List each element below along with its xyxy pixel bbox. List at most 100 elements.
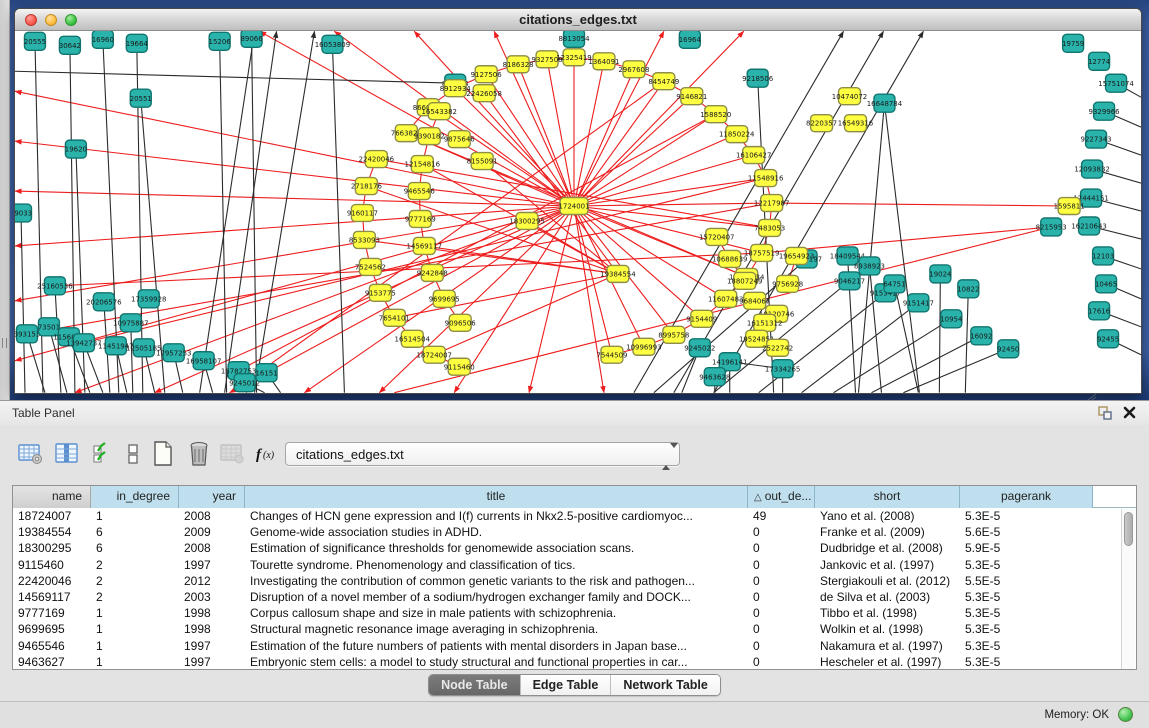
- graph-node[interactable]: 16958107: [186, 352, 221, 370]
- column-header-year[interactable]: year: [179, 486, 245, 508]
- graph-node[interactable]: 1364091: [588, 53, 619, 70]
- graph-node[interactable]: 10822: [957, 280, 979, 298]
- graph-node[interactable]: 9777169: [405, 211, 436, 228]
- table-selector-dropdown[interactable]: citations_edges.txt: [285, 442, 680, 466]
- graph-node[interactable]: 22426058: [466, 85, 501, 102]
- graph-node[interactable]: 9245022: [684, 339, 715, 357]
- graph-node[interactable]: 8813054: [558, 31, 590, 47]
- graph-node[interactable]: 16648784: [867, 94, 903, 112]
- graph-node[interactable]: 2718176: [351, 178, 382, 195]
- graph-node[interactable]: 9160117: [347, 205, 378, 222]
- graph-edge[interactable]: [245, 81, 664, 382]
- graph-node[interactable]: 393153: [15, 325, 40, 343]
- graph-node[interactable]: 8995758: [658, 326, 689, 343]
- table-scrollbar[interactable]: [1121, 509, 1135, 669]
- table-row[interactable]: 911546021997Tourette syndrome. Phenomeno…: [13, 557, 1136, 573]
- graph-node[interactable]: 17359928: [131, 290, 166, 308]
- graph-node[interactable]: 9329966: [1089, 102, 1120, 120]
- graph-edge[interactable]: [15, 206, 574, 246]
- graph-node[interactable]: 9115460: [444, 358, 475, 375]
- graph-node[interactable]: 11548916: [748, 170, 783, 187]
- graph-node[interactable]: 10996993: [626, 338, 661, 355]
- new-table-icon[interactable]: [148, 439, 178, 469]
- float-panel-icon[interactable]: [1097, 405, 1113, 421]
- graph-node[interactable]: 19033: [15, 204, 32, 222]
- graph-node[interactable]: 19024: [929, 265, 952, 283]
- graph-node[interactable]: 7663822: [391, 125, 422, 142]
- graph-node[interactable]: 10975887: [113, 314, 148, 332]
- graph-node[interactable]: 30642: [59, 36, 81, 54]
- graph-node[interactable]: 9154409: [686, 310, 717, 327]
- graph-edge[interactable]: [871, 336, 981, 393]
- graph-node[interactable]: 12093832: [1074, 160, 1109, 178]
- graph-node[interactable]: 9151417: [903, 294, 934, 312]
- left-splitter[interactable]: [0, 0, 10, 400]
- graph-node[interactable]: 9218506: [742, 69, 773, 87]
- column-header-out_degree[interactable]: △out_de...: [748, 486, 815, 508]
- graph-edge[interactable]: [131, 323, 133, 393]
- graph-node[interactable]: 16960: [92, 31, 114, 48]
- graph-node[interactable]: 11607483: [708, 290, 743, 307]
- graph-node[interactable]: 7524562: [355, 258, 386, 275]
- graph-node[interactable]: 17334265: [765, 360, 800, 378]
- graph-node[interactable]: 9242848: [417, 264, 448, 281]
- tab-edge-table[interactable]: Edge Table: [520, 675, 611, 695]
- graph-node[interactable]: 20206576: [86, 293, 121, 311]
- graph-node[interactable]: 16106427: [736, 147, 771, 164]
- graph-node[interactable]: 12774: [1088, 52, 1111, 70]
- graph-node[interactable]: 19664: [126, 34, 149, 52]
- graph-node[interactable]: 8220357: [806, 115, 837, 132]
- graph-node[interactable]: 12103: [1092, 247, 1114, 265]
- tab-node-table[interactable]: Node Table: [429, 675, 519, 695]
- graph-node[interactable]: 20551: [130, 89, 152, 107]
- graph-node[interactable]: 8215953: [1036, 218, 1067, 236]
- graph-edge[interactable]: [574, 81, 664, 206]
- graph-node[interactable]: 16549316: [838, 115, 873, 132]
- graph-node[interactable]: 15206: [209, 32, 231, 50]
- panel-resize-grip-icon[interactable]: [1087, 393, 1097, 401]
- graph-node[interactable]: 92450: [997, 340, 1019, 358]
- graph-node[interactable]: 19759: [1062, 34, 1084, 52]
- graph-edge[interactable]: [772, 203, 1069, 206]
- graph-node[interactable]: 9390182: [414, 128, 445, 145]
- graph-node[interactable]: 1588520: [700, 106, 731, 123]
- graph-node[interactable]: 9465546: [404, 183, 435, 200]
- graph-node[interactable]: 10954: [940, 310, 963, 328]
- graph-node[interactable]: 17616: [1088, 302, 1110, 320]
- graph-node[interactable]: 8454749: [648, 73, 679, 90]
- graph-node[interactable]: 15751074: [1098, 74, 1134, 92]
- network-graph-area[interactable]: 2055530642169601966415206890661605380988…: [15, 31, 1141, 393]
- graph-node[interactable]: 11451947: [98, 337, 133, 355]
- graph-node[interactable]: 7483053: [754, 219, 785, 236]
- graph-node[interactable]: 1724001: [558, 198, 589, 215]
- graph-node[interactable]: 9699695: [429, 290, 460, 307]
- column-header-name[interactable]: name: [13, 486, 91, 508]
- graph-edge[interactable]: [76, 149, 85, 393]
- graph-edge[interactable]: [200, 31, 255, 392]
- graph-node[interactable]: 7654101: [379, 309, 410, 326]
- graph-node[interactable]: 9146821: [676, 88, 707, 105]
- graph-node[interactable]: 16964: [679, 31, 702, 48]
- graph-edge[interactable]: [574, 178, 766, 206]
- graph-edge[interactable]: [574, 134, 737, 206]
- graph-node[interactable]: 18757519: [744, 244, 779, 261]
- stacked-rows-icon[interactable]: [118, 439, 148, 469]
- graph-node[interactable]: 16053809: [315, 35, 350, 53]
- graph-node[interactable]: 1595811: [1054, 198, 1085, 215]
- graph-node[interactable]: 9227343: [1081, 130, 1112, 148]
- table-row[interactable]: 1872400712008Changes of HCN gene express…: [13, 508, 1136, 524]
- graph-node[interactable]: 10465: [1095, 275, 1117, 293]
- table-row[interactable]: 1938455462009Genome-wide association stu…: [13, 524, 1136, 540]
- graph-node[interactable]: 12325419: [556, 49, 591, 66]
- network-window[interactable]: citations_edges.txt 20555306421696019664…: [14, 8, 1142, 394]
- table-row[interactable]: 946362711997Embryonic stem cells: a mode…: [13, 654, 1136, 670]
- close-panel-icon[interactable]: [1122, 405, 1137, 420]
- graph-node[interactable]: 8938923: [854, 257, 885, 275]
- graph-edge[interactable]: [574, 206, 762, 253]
- graph-node[interactable]: 16210643: [1071, 217, 1106, 235]
- table-row[interactable]: 1456911722003Disruption of a novel membe…: [13, 589, 1136, 605]
- graph-edge[interactable]: [21, 213, 25, 393]
- graph-edge[interactable]: [574, 206, 702, 319]
- graph-edge[interactable]: [332, 44, 344, 392]
- table-row[interactable]: 1830029562008Estimation of significance …: [13, 540, 1136, 556]
